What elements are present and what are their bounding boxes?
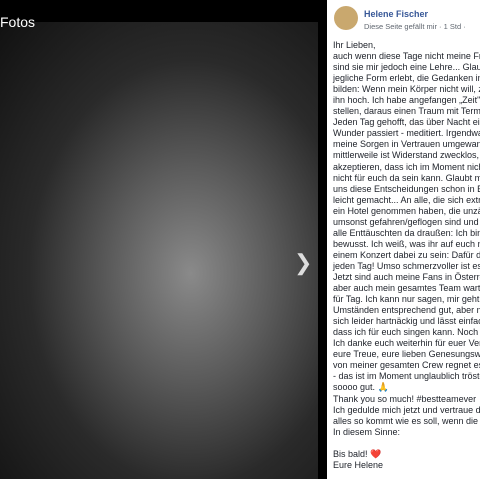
photo-viewer: Fotos ❯ [0,0,327,479]
post-line: Wunder passiert - meditiert. Irgendwar [333,128,480,139]
post-line: sich leider hartnäckig und lässt einfacl [333,316,480,327]
chevron-right-icon[interactable]: ❯ [294,250,312,276]
post-line: meine Sorgen in Vertrauen umgewand [333,139,480,150]
post-line: auch wenn diese Tage nicht meine Fre [333,51,480,62]
post-meta: Diese Seite gefällt mir · 1 Std · [364,22,466,31]
post-line: alles so kommt wie es soll, wenn die Z [333,415,480,426]
post-line: ein Hotel genommen haben, die unzäh [333,205,480,216]
post-line: jeden Tag! Umso schmerzvoller ist es [333,260,480,271]
post-line: alle Enttäuschten da draußen: Ich bin [333,227,480,238]
post-text: Ihr Lieben, auch wenn diese Tage nicht me… [333,40,480,471]
post-line: soooo gut. 🙏 [333,382,389,393]
post-line: dass ich für euch singen kann. Noch n [333,327,480,338]
post-line: Ich danke euch weiterhin für euer Vers [333,338,480,349]
post-line: umsonst gefahren/geflogen sind und le [333,216,480,227]
post-line: - das ist im Moment unglaublich tröste [333,371,480,382]
post-line: einem Konzert dabei zu sein: Dafür da [333,249,480,260]
post-line: für Tag. Ich kann nur sagen, mir geht e [333,294,480,305]
post-line: Eure Helene [333,459,384,470]
post-line: Bis bald! ❤️ [333,448,382,459]
post-line: stellen, daraus einen Traum mit Termin [333,106,480,117]
post-line: von meiner gesamten Crew regnet es [333,360,480,371]
post-line: aber auch mein gesamtes Team warte [333,283,480,294]
post-line: eure Treue, eure lieben Genesungswü [333,349,480,360]
post-line: ihn hoch. Ich habe angefangen „Zeit" i [333,95,480,106]
post-author[interactable]: Helene Fischer [364,9,428,19]
post-line: bewusst. Ich weiß, was ihr auf euch ne [333,238,480,249]
post-panel: Helene Fischer Diese Seite gefällt mir ·… [327,0,480,479]
post-line: nicht für euch da sein kann. Glaubt mi [333,172,480,183]
post-photo[interactable] [0,22,318,479]
post-line: mittlerweile ist Widerstand zwecklos, ic [333,150,480,161]
post-line: In diesem Sinne: [333,426,401,437]
post-line: uns diese Entscheidungen schon in Be [333,183,480,194]
post-line: Umständen entsprechend gut, aber me [333,305,480,316]
post-line: sind sie mir jedoch eine Lehre... Glaub [333,62,480,73]
post-line: bilden: Wenn mein Körper nicht will, zi [333,84,480,95]
avatar[interactable] [334,6,358,30]
post-line: jegliche Form erlebt, die Gedanken im [333,73,480,84]
post-line [333,438,480,449]
post-line: Ihr Lieben, [333,40,376,50]
viewer-title: Fotos [0,14,36,30]
post-line: Jetzt sind auch meine Fans in Österre [333,271,480,282]
post-line: Ich gedulde mich jetzt und vertraue da [333,404,480,415]
post-header: Helene Fischer Diese Seite gefällt mir ·… [327,0,480,36]
post-line: Thank you so much! #bestteamever [333,393,477,404]
post-line: akzeptieren, dass ich im Moment nicht [333,161,480,172]
post-line: leicht gemacht... An alle, die sich extr… [333,194,480,205]
post-line: Jeden Tag gehofft, das über Nacht ei [333,117,480,128]
